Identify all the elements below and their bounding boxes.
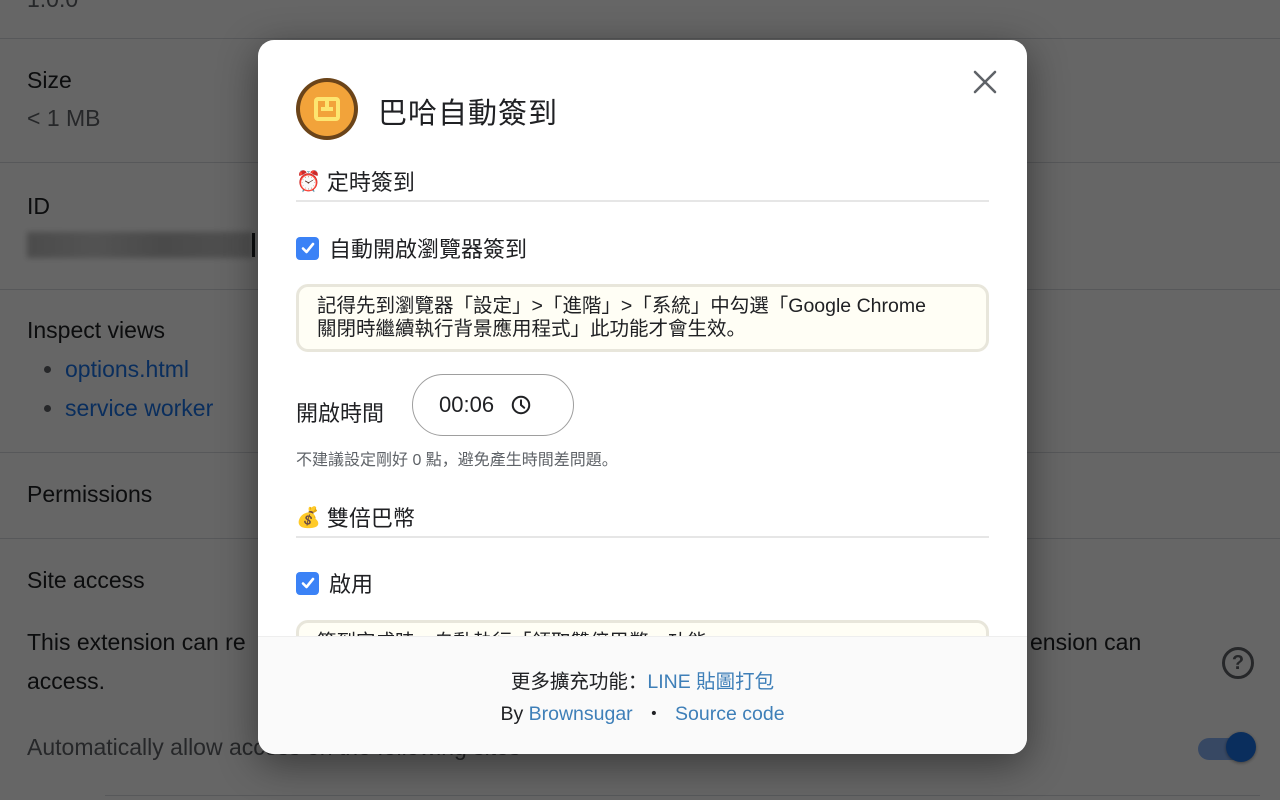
time-hint: 不建議設定剛好 0 點，避免產生時間差問題。 (296, 452, 618, 469)
open-time-input[interactable]: 00:06 (412, 374, 574, 436)
alarm-clock-icon: ⏰ (296, 170, 321, 193)
section-heading-label: 雙倍巴幣 (326, 506, 415, 531)
dialog-footer: 更多擴充功能：LINE 貼圖打包 By Brownsugar ・ Source … (258, 636, 1027, 754)
more-extensions-line: 更多擴充功能：LINE 貼圖打包 (258, 665, 1027, 694)
open-time-label: 開啟時間 (296, 401, 385, 426)
double-coins-option[interactable]: 啟用 (296, 567, 373, 599)
separator: ・ (644, 703, 664, 725)
author-link[interactable]: Brownsugar (529, 703, 633, 725)
source-code-link[interactable]: Source code (675, 703, 785, 725)
note-line: 記得先到瀏覽器「設定」>「進階」>「系統」中勾選「Google Chrome (317, 295, 926, 317)
options-dialog: 巴哈自動簽到 ⏰ 定時簽到 自動開啟瀏覽器簽到 記得先到瀏覽器「設定」>「進階」… (258, 40, 1027, 754)
background-setting-note: 記得先到瀏覽器「設定」>「進階」>「系統」中勾選「Google Chrome 關… (296, 284, 989, 352)
enable-double-coins-checkbox[interactable] (296, 571, 319, 595)
line-sticker-link[interactable]: LINE 貼圖打包 (647, 671, 774, 693)
app-logo (296, 78, 358, 140)
note-line: 關閉時繼續執行背景應用程式」此功能才會生效。 (317, 318, 747, 340)
section-heading-label: 定時簽到 (326, 170, 415, 195)
close-icon (973, 70, 997, 94)
auto-open-label: 自動開啟瀏覽器簽到 (329, 237, 528, 262)
by-label: By (500, 703, 524, 725)
dialog-body: 巴哈自動簽到 ⏰ 定時簽到 自動開啟瀏覽器簽到 記得先到瀏覽器「設定」>「進階」… (258, 40, 1027, 636)
checkmark-icon (301, 577, 314, 589)
money-bag-icon: 💰 (296, 506, 321, 529)
checkmark-icon (301, 242, 314, 254)
double-coins-note: 簽到完成時，自動執行「領取雙倍巴幣」功能 (296, 620, 989, 636)
coin-icon (314, 97, 340, 121)
close-button[interactable] (970, 67, 1000, 97)
section-heading-scheduled: ⏰ 定時簽到 (296, 162, 989, 202)
enable-label: 啟用 (329, 572, 374, 597)
section-heading-double-coins: 💰 雙倍巴幣 (296, 498, 989, 538)
credits-line: By Brownsugar ・ Source code (258, 697, 1027, 726)
time-value: 00:06 (439, 392, 495, 417)
dialog-title: 巴哈自動簽到 (378, 98, 559, 130)
auto-open-checkbox[interactable] (296, 236, 319, 260)
clock-icon[interactable] (510, 394, 532, 416)
auto-open-browser-option[interactable]: 自動開啟瀏覽器簽到 (296, 232, 527, 264)
more-extensions-label: 更多擴充功能： (510, 671, 648, 693)
